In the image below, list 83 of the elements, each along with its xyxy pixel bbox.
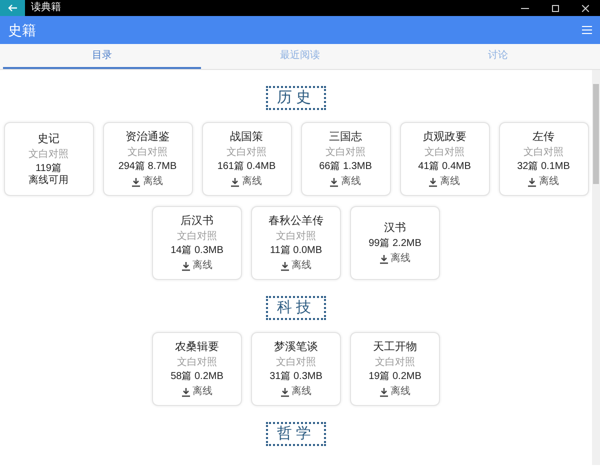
book-stats: 14篇 0.3MB (170, 245, 224, 257)
offline-download-button[interactable]: 离线 (132, 176, 163, 188)
offline-download-button[interactable]: 离线 (182, 386, 212, 398)
section-heading: 哲学 (266, 422, 326, 446)
book-title: 战国策 (230, 130, 263, 144)
book-title: 史记 (38, 132, 60, 146)
book-card[interactable]: 春秋公羊传 文白对照 11篇 0.0MB 离线 (251, 206, 341, 280)
book-stats: 66篇 1.3MB (319, 161, 372, 173)
section-heading: 科技 (266, 296, 326, 320)
maximize-icon (552, 4, 558, 12)
tab[interactable]: 目录 (3, 44, 201, 69)
book-subtitle: 文白对照 (177, 231, 217, 243)
book-subtitle: 文白对照 (276, 231, 316, 243)
book-subtitle: 文白对照 (128, 147, 168, 159)
download-icon (380, 254, 388, 264)
book-card[interactable]: 汉书 99篇 2.2MB 离线 (350, 206, 440, 280)
back-arrow-icon (8, 4, 18, 12)
book-card[interactable]: 资治通鉴 文白对照 294篇 8.7MB 离线 (102, 122, 192, 196)
book-card[interactable]: 农桑辑要 文白对照 58篇 0.2MB 离线 (152, 332, 242, 406)
download-icon (380, 388, 388, 396)
offline-download-button[interactable]: 离线 (380, 386, 410, 398)
book-stats: 31篇 0.3MB (270, 371, 322, 383)
download-icon (132, 178, 140, 186)
offline-download-button[interactable]: 离线 (380, 253, 410, 265)
book-title: 汉书 (384, 221, 406, 235)
section-heading: 历史 (266, 86, 326, 110)
book-stats: 294篇 8.7MB (118, 161, 177, 173)
book-subtitle: 文白对照 (424, 147, 464, 159)
book-card[interactable]: 左传 文白对照 32篇 0.1MB 离线 (498, 122, 588, 196)
back-button[interactable] (0, 0, 25, 16)
download-icon (182, 388, 190, 396)
book-stats: 58篇 0.2MB (170, 371, 224, 383)
download-icon (330, 178, 338, 186)
book-subtitle: 文白对照 (226, 147, 266, 159)
book-card[interactable]: 贞观政要 文白对照 41篇 0.4MB 离线 (400, 122, 490, 196)
book-title: 资治通鉴 (126, 130, 170, 144)
window-title: 读典籍 (31, 3, 61, 13)
book-subtitle: 文白对照 (28, 148, 68, 160)
download-icon (429, 178, 437, 186)
book-stats: 41篇 0.4MB (418, 161, 471, 173)
book-subtitle: 文白对照 (177, 357, 217, 369)
download-icon (280, 388, 288, 396)
book-title: 贞观政要 (422, 130, 466, 144)
offline-download-button[interactable]: 离线 (330, 176, 361, 188)
offline-download-button[interactable]: 离线 (280, 386, 312, 398)
book-stats: 11篇 0.0MB (270, 245, 322, 257)
offline-download-button[interactable]: 离线 (231, 176, 262, 188)
book-stats: 19篇 0.2MB (368, 371, 422, 383)
book-card[interactable]: 梦溪笔谈 文白对照 31篇 0.3MB 离线 (251, 332, 341, 406)
book-card[interactable]: 三国志 文白对照 66篇 1.3MB 离线 (300, 122, 390, 196)
close-icon (582, 4, 588, 12)
scrollbar-thumb[interactable] (593, 84, 599, 184)
book-subtitle: 文白对照 (524, 147, 564, 159)
book-subtitle: 文白对照 (375, 357, 415, 369)
book-title: 天工开物 (373, 340, 417, 354)
book-subtitle: 文白对照 (276, 357, 316, 369)
download-icon (280, 262, 288, 270)
book-card[interactable]: 战国策 文白对照 161篇 0.4MB 离线 (202, 122, 292, 196)
download-icon (231, 178, 239, 186)
menu-button[interactable] (582, 26, 592, 34)
offline-download-button[interactable]: 离线 (528, 176, 559, 188)
book-title: 梦溪笔谈 (274, 340, 318, 354)
book-title: 农桑辑要 (175, 340, 219, 354)
book-stats: 161篇 0.4MB (217, 161, 276, 173)
download-icon (182, 262, 190, 270)
book-card[interactable]: 后汉书 文白对照 14篇 0.3MB 离线 (152, 206, 242, 280)
book-stats: 99篇 2.2MB (368, 238, 422, 250)
offline-status: 离线可用 (28, 174, 68, 186)
book-title: 三国志 (329, 130, 362, 144)
book-subtitle: 文白对照 (326, 147, 366, 159)
book-card[interactable]: 史记 文白对照 119篇 离线可用 (4, 122, 94, 196)
book-title: 左传 (532, 130, 554, 144)
book-stats: 32篇 0.1MB (517, 161, 570, 173)
offline-download-button[interactable]: 离线 (429, 176, 460, 188)
menu-icon (582, 26, 592, 34)
offline-download-button[interactable]: 离线 (280, 260, 312, 272)
book-title: 春秋公羊传 (268, 214, 324, 228)
book-title: 后汉书 (180, 214, 214, 228)
download-icon (528, 178, 536, 186)
book-stats: 119篇 (36, 162, 62, 174)
offline-download-button[interactable]: 离线 (182, 260, 212, 272)
book-card[interactable]: 天工开物 文白对照 19篇 0.2MB 离线 (350, 332, 440, 406)
page-title: 史籍 (8, 20, 36, 40)
